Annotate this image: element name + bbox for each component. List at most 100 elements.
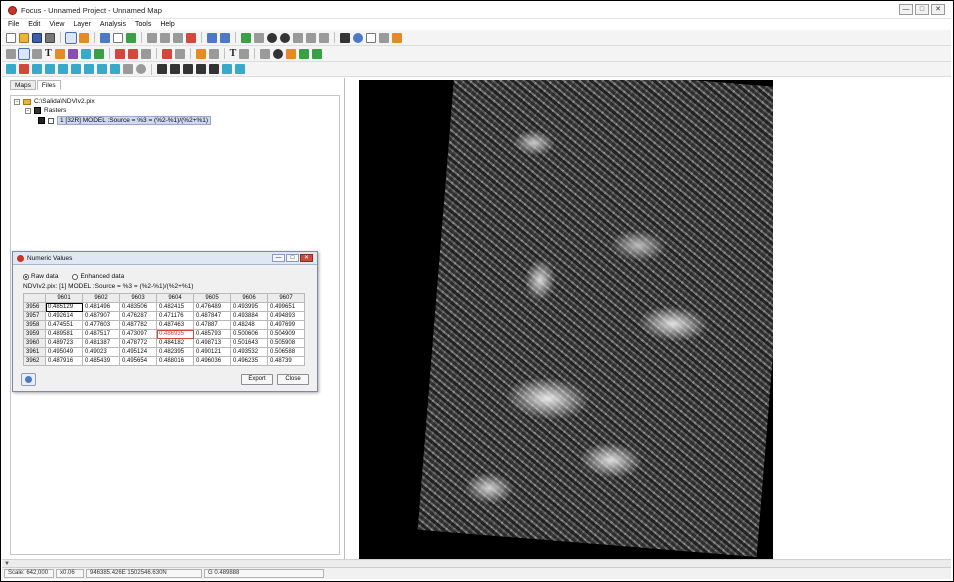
help-globe-icon[interactable] (21, 373, 36, 386)
edit-icon[interactable] (100, 32, 110, 43)
radio-selected-icon[interactable] (23, 273, 29, 280)
attribute-icon[interactable] (222, 64, 232, 74)
minimize-button[interactable]: — (899, 4, 913, 15)
split-icon[interactable] (127, 48, 138, 59)
value-cell[interactable]: 0.493532 (230, 347, 268, 357)
value-cell[interactable]: 0.487782 (119, 320, 157, 330)
dialog-minimize-button[interactable]: — (272, 254, 285, 262)
value-cell[interactable]: 0.47887 (193, 320, 231, 330)
value-cell[interactable]: 0.481387 (82, 338, 120, 348)
zoom-in-icon[interactable] (267, 32, 277, 43)
tree-rasters-node[interactable]: − Rasters (25, 107, 66, 114)
vertex-select-icon[interactable] (6, 64, 16, 74)
select-arrow-icon[interactable] (6, 48, 16, 59)
fill-icon[interactable] (80, 48, 91, 59)
fill-color-icon[interactable] (195, 48, 206, 59)
layers-icon[interactable] (126, 32, 136, 43)
label-icon[interactable] (260, 48, 271, 59)
redo-icon[interactable] (220, 32, 230, 43)
snap-icon[interactable] (110, 64, 120, 74)
zoom-previous-icon[interactable] (319, 32, 329, 43)
move-vertex-icon[interactable] (32, 64, 42, 74)
first-record-icon[interactable] (157, 64, 167, 74)
value-cell[interactable]: 0.482415 (156, 302, 194, 312)
value-cell[interactable]: 0.505908 (267, 338, 305, 348)
tree-file-node[interactable]: − C:\Salida\NDVIv2.pix (14, 98, 95, 105)
export-button[interactable]: Export (241, 374, 273, 385)
dialog-maximize-button[interactable]: □ (286, 254, 299, 262)
value-cell[interactable]: 0.481496 (82, 302, 120, 312)
value-cell[interactable]: 0.497699 (267, 320, 305, 330)
value-cell[interactable]: 0.485793 (193, 329, 231, 339)
value-cell[interactable]: 0.487463 (156, 320, 194, 330)
layer-checkbox[interactable] (48, 117, 54, 124)
value-cell[interactable]: 0.493995 (230, 302, 268, 312)
value-cell[interactable]: 0.499651 (267, 302, 305, 312)
rotate-icon[interactable] (58, 64, 68, 74)
open-folder-icon[interactable] (19, 32, 29, 43)
paste-icon[interactable] (173, 32, 183, 43)
value-cell[interactable]: 0.476489 (193, 302, 231, 312)
menu-edit[interactable]: Edit (28, 21, 40, 28)
value-cell[interactable]: 0.500606 (230, 329, 268, 339)
value-cell[interactable]: 0.473097 (119, 329, 157, 339)
map-view[interactable] (359, 80, 773, 559)
close-button[interactable]: Close (277, 374, 309, 385)
value-cell[interactable]: 0.487916 (45, 356, 83, 366)
zoom-box-icon[interactable] (293, 32, 303, 43)
line-style-icon[interactable] (174, 48, 185, 59)
attribute-2-icon[interactable] (235, 64, 245, 74)
menu-help[interactable]: Help (160, 21, 174, 28)
horizontal-scrollbar[interactable]: ▼ (2, 559, 951, 567)
value-cell[interactable]: 0.492614 (45, 311, 83, 321)
value-cell[interactable]: 0.496235 (230, 356, 268, 366)
value-cell[interactable]: 0.48739 (267, 356, 305, 366)
value-cell[interactable]: 0.496036 (193, 356, 231, 366)
menu-analysis[interactable]: Analysis (100, 21, 126, 28)
value-cell[interactable]: 0.487907 (82, 311, 120, 321)
zoom-extent-icon[interactable] (241, 32, 251, 43)
text-style-icon[interactable] (239, 48, 250, 59)
layer-stack-icon[interactable] (299, 48, 310, 59)
close-window-button[interactable]: ✕ (931, 4, 945, 15)
value-cell[interactable]: 0.498713 (193, 338, 231, 348)
select-node-icon[interactable] (18, 47, 30, 60)
table-icon[interactable] (366, 32, 376, 43)
value-cell[interactable]: 0.501643 (230, 338, 268, 348)
draw-line-icon[interactable] (32, 48, 42, 59)
value-cell[interactable]: 0.49023 (82, 347, 120, 357)
compass-icon[interactable] (136, 64, 146, 74)
delete-vertex-icon[interactable] (19, 64, 29, 74)
value-cell[interactable]: 0.488016 (156, 356, 194, 366)
value-cell[interactable]: 0.482395 (156, 347, 194, 357)
new-file-icon[interactable] (6, 32, 16, 43)
info-icon[interactable] (353, 32, 363, 43)
font-text-icon[interactable]: T (230, 48, 237, 59)
value-cell[interactable]: 0.477603 (82, 320, 120, 330)
value-cell[interactable]: 0.493884 (230, 311, 268, 321)
value-cell[interactable]: 0.474551 (45, 320, 83, 330)
previous-record-icon[interactable] (170, 64, 180, 74)
zoom-layer-icon[interactable] (254, 32, 264, 43)
tree-layer-node[interactable]: 1 [32R] MODEL :Source = %3 = (%2-%1)/(%2… (38, 116, 212, 125)
cut-shape-icon[interactable] (97, 64, 107, 74)
value-cell[interactable]: 0.494893 (267, 311, 305, 321)
save-icon[interactable] (32, 32, 42, 43)
print-icon[interactable] (45, 32, 55, 43)
scale-icon[interactable] (71, 64, 81, 74)
menu-tools[interactable]: Tools (135, 21, 151, 28)
value-cell[interactable]: 0.485129 (45, 302, 83, 312)
polygon-icon[interactable] (114, 48, 125, 59)
value-cell[interactable]: 0.495124 (119, 347, 157, 357)
pen-color-icon[interactable] (161, 48, 172, 59)
copy-icon[interactable] (160, 32, 170, 43)
palette-icon[interactable] (67, 48, 78, 59)
zoom-out-icon[interactable] (280, 32, 290, 43)
value-cell[interactable]: 0.484182 (156, 338, 194, 348)
menu-layer[interactable]: Layer (73, 21, 91, 28)
highlight-icon[interactable] (286, 48, 297, 59)
collapse-icon[interactable]: − (14, 98, 20, 105)
value-cell[interactable]: 0.506588 (267, 347, 305, 357)
layer-stack-2-icon[interactable] (312, 48, 323, 59)
value-cell[interactable]: 0.485439 (82, 356, 120, 366)
